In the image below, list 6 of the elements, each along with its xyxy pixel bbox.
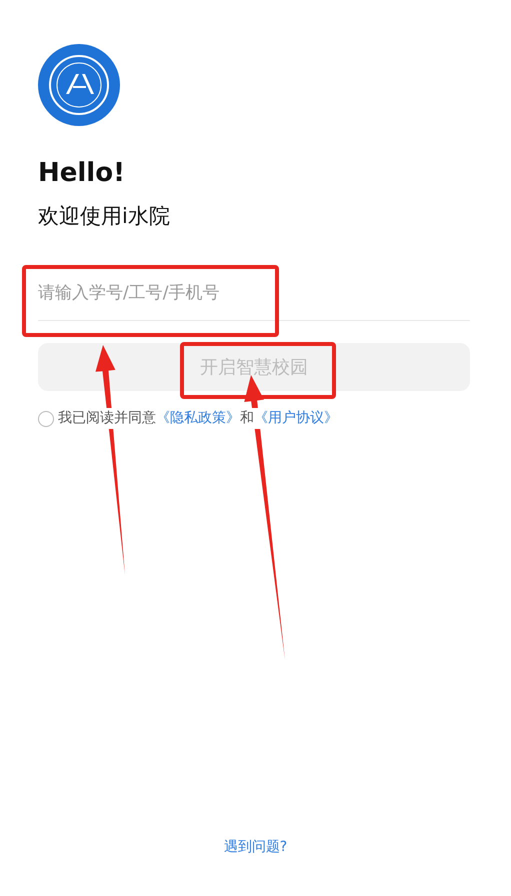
welcome-text: 欢迎使用i水院: [38, 203, 171, 230]
help-link[interactable]: 遇到问题?: [224, 839, 288, 855]
logo-icon: [38, 44, 120, 126]
agreement-checkbox[interactable]: [38, 410, 54, 427]
agreement-text: 我已阅读并同意: [58, 408, 156, 430]
greeting-title: Hello!: [38, 158, 126, 190]
